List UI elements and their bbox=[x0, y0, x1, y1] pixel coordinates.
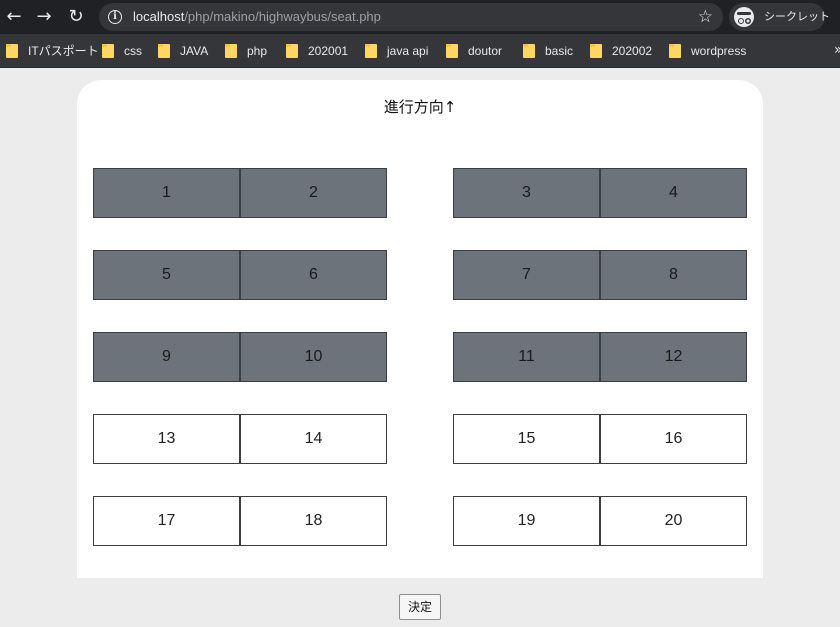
incognito-icon bbox=[734, 7, 754, 27]
folder-icon bbox=[225, 44, 237, 58]
seat-18[interactable]: 18 bbox=[240, 496, 387, 546]
seat-19[interactable]: 19 bbox=[453, 496, 600, 546]
back-arrow-icon[interactable]: ← bbox=[3, 6, 25, 28]
seat-16[interactable]: 16 bbox=[600, 414, 747, 464]
bookmark-label: wordpress bbox=[691, 44, 747, 58]
folder-icon bbox=[523, 44, 535, 58]
folder-icon bbox=[446, 44, 458, 58]
seat-2[interactable]: 2 bbox=[240, 168, 387, 218]
folder-icon bbox=[365, 44, 377, 58]
incognito-badge[interactable]: シークレット bbox=[729, 3, 830, 31]
bookmark-label: php bbox=[247, 44, 268, 58]
seat-7[interactable]: 7 bbox=[453, 250, 600, 300]
folder-icon bbox=[102, 44, 114, 58]
bookmark-label: basic bbox=[545, 44, 574, 58]
seat-20[interactable]: 20 bbox=[600, 496, 747, 546]
seat-11[interactable]: 11 bbox=[453, 332, 600, 382]
seat-9[interactable]: 9 bbox=[93, 332, 240, 382]
seat-14[interactable]: 14 bbox=[240, 414, 387, 464]
bookmark-label: ITパスポート bbox=[28, 44, 99, 58]
seat-12[interactable]: 12 bbox=[600, 332, 747, 382]
incognito-label: シークレット bbox=[764, 10, 830, 23]
seat-17[interactable]: 17 bbox=[93, 496, 240, 546]
bookmarks-bar: ITパスポート css JAVA php 202001 java api dou… bbox=[0, 34, 840, 68]
seat-6[interactable]: 6 bbox=[240, 250, 387, 300]
seat-13[interactable]: 13 bbox=[93, 414, 240, 464]
seat-8[interactable]: 8 bbox=[600, 250, 747, 300]
browser-toolbar: ← → ↻ i localhost/php/makino/highwaybus/… bbox=[0, 0, 840, 34]
bookmark-label: 202001 bbox=[308, 44, 349, 58]
seat-4[interactable]: 4 bbox=[600, 168, 747, 218]
address-bar[interactable]: i localhost/php/makino/highwaybus/seat.p… bbox=[99, 3, 723, 31]
url-host: localhost bbox=[133, 9, 185, 24]
bookmark-label: 202002 bbox=[612, 44, 653, 58]
seat-5[interactable]: 5 bbox=[93, 250, 240, 300]
url-text[interactable]: localhost/php/makino/highwaybus/seat.php bbox=[133, 9, 381, 25]
bookmark-star-icon[interactable]: ☆ bbox=[698, 7, 713, 27]
info-icon[interactable]: i bbox=[108, 10, 122, 24]
more-bookmarks-icon[interactable]: » bbox=[834, 42, 840, 58]
page-content: 進行方向↑ 1 2 3 4 5 6 7 8 9 10 11 12 13 14 1… bbox=[0, 68, 840, 627]
seat-10[interactable]: 10 bbox=[240, 332, 387, 382]
folder-icon bbox=[286, 44, 298, 58]
seat-3[interactable]: 3 bbox=[453, 168, 600, 218]
folder-icon bbox=[6, 44, 18, 58]
folder-icon bbox=[158, 44, 170, 58]
bookmark-label: css bbox=[124, 44, 142, 58]
seat-1[interactable]: 1 bbox=[93, 168, 240, 218]
reload-icon[interactable]: ↻ bbox=[65, 6, 87, 28]
bookmark-label: doutor bbox=[468, 44, 503, 58]
forward-arrow-icon[interactable]: → bbox=[33, 6, 55, 28]
seat-15[interactable]: 15 bbox=[453, 414, 600, 464]
submit-button[interactable]: 決定 bbox=[399, 594, 441, 620]
folder-icon bbox=[669, 44, 681, 58]
direction-label: 進行方向↑ bbox=[383, 98, 457, 116]
folder-icon bbox=[590, 44, 602, 58]
url-path: /php/makino/highwaybus/seat.php bbox=[184, 9, 381, 24]
bookmark-label: java api bbox=[387, 44, 429, 58]
bookmark-label: JAVA bbox=[180, 44, 209, 58]
